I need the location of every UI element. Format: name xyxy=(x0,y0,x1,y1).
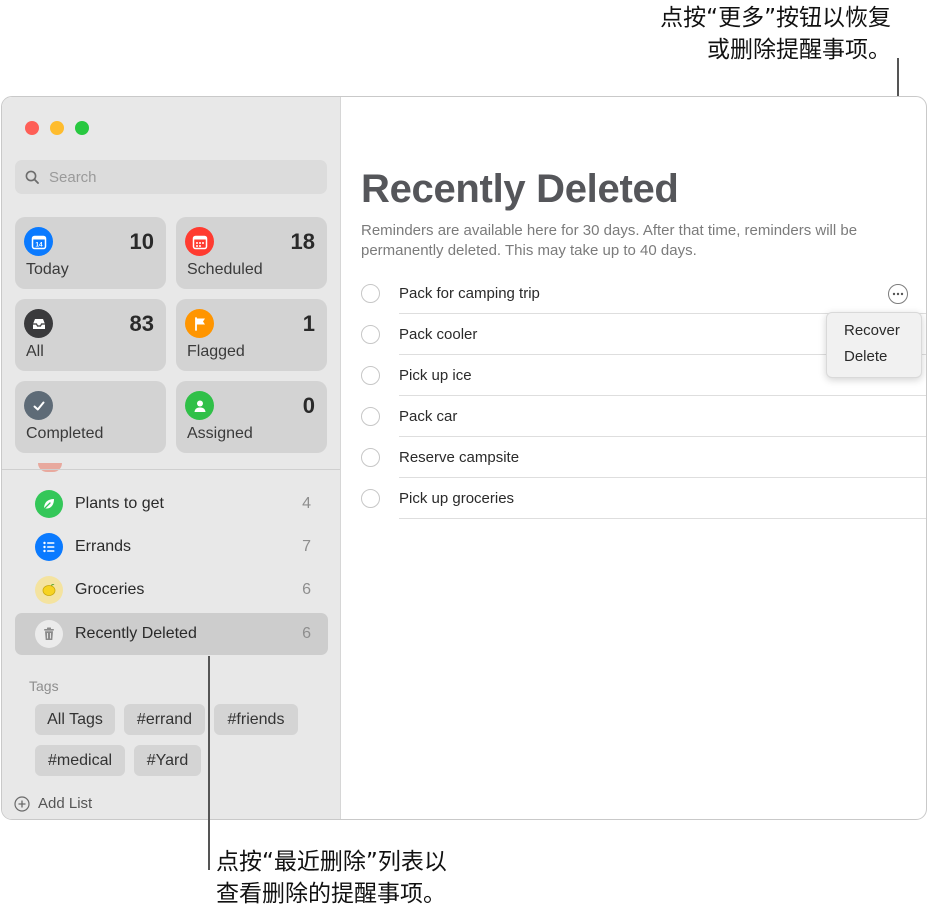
tile-label: Flagged xyxy=(187,343,245,360)
smart-list-all[interactable]: 83 All xyxy=(15,299,166,371)
main-content: Recently Deleted Reminders are available… xyxy=(341,97,926,819)
callout-recently-deleted: 点按“最近删除”列表以 查看删除的提醒事项。 xyxy=(216,846,447,910)
checkmark-icon xyxy=(24,391,53,420)
list-item-errands[interactable]: Errands 7 xyxy=(15,526,328,568)
tile-label: Completed xyxy=(26,425,104,442)
list-label: Plants to get xyxy=(75,495,164,512)
search-input[interactable] xyxy=(47,167,311,187)
sidebar-divider xyxy=(2,469,340,470)
smart-list-today[interactable]: 14 10 Today xyxy=(15,217,166,289)
reminder-title: Reserve campsite xyxy=(399,449,520,466)
tag-yard[interactable]: #Yard xyxy=(134,745,201,776)
reminder-row[interactable]: Pack for camping trip xyxy=(361,273,926,314)
lemon-icon xyxy=(35,576,63,604)
plus-circle-icon xyxy=(14,795,30,812)
minimize-window-button[interactable] xyxy=(50,121,64,135)
smart-list-completed[interactable]: Completed xyxy=(15,381,166,453)
tile-count: 1 xyxy=(302,311,315,336)
more-menu: Recover Delete xyxy=(826,312,922,378)
svg-text:14: 14 xyxy=(35,241,43,248)
tile-count: 83 xyxy=(129,311,154,336)
reminder-title: Pack for camping trip xyxy=(399,285,540,302)
tags-header: Tags xyxy=(29,678,59,694)
list-item-recently-deleted[interactable]: Recently Deleted 6 xyxy=(15,613,328,655)
menu-item-recover[interactable]: Recover xyxy=(844,322,900,339)
calendar-today-icon: 14 xyxy=(24,227,53,256)
flag-icon xyxy=(185,309,214,338)
list-count: 6 xyxy=(302,581,311,598)
menu-item-delete[interactable]: Delete xyxy=(844,348,887,365)
person-icon xyxy=(185,391,214,420)
reminder-row[interactable]: Pick up groceries xyxy=(361,478,926,519)
reminder-checkbox[interactable] xyxy=(361,407,380,426)
reminder-checkbox[interactable] xyxy=(361,448,380,467)
list-icon-partial xyxy=(38,463,62,472)
list-item-groceries[interactable]: Groceries 6 xyxy=(15,569,328,611)
reminder-title: Pick up groceries xyxy=(399,490,515,507)
tile-label: Today xyxy=(26,261,69,278)
tag-all-tags[interactable]: All Tags xyxy=(35,704,115,735)
smart-list-assigned[interactable]: 0 Assigned xyxy=(176,381,327,453)
reminders-window: 14 10 Today 18 Scheduled 83 All 1 Flagge… xyxy=(1,96,927,820)
tile-label: Scheduled xyxy=(187,261,263,278)
reminder-checkbox[interactable] xyxy=(361,366,380,385)
smart-list-flagged[interactable]: 1 Flagged xyxy=(176,299,327,371)
tag-friends[interactable]: #friends xyxy=(214,704,298,735)
list-count: 7 xyxy=(302,538,311,555)
smart-list-scheduled[interactable]: 18 Scheduled xyxy=(176,217,327,289)
tag-errand[interactable]: #errand xyxy=(124,704,205,735)
tray-icon xyxy=(24,309,53,338)
callout-more-button: 点按“更多”按钮以恢复 或删除提醒事项。 xyxy=(660,2,891,66)
trash-icon xyxy=(35,620,63,648)
reminder-row[interactable]: Pack car xyxy=(361,396,926,437)
callout-line: 点按“最近删除”列表以 xyxy=(216,849,447,875)
row-divider xyxy=(399,518,926,519)
add-list-button[interactable]: Add List xyxy=(14,795,92,812)
tile-label: Assigned xyxy=(187,425,253,442)
reminder-title: Pack cooler xyxy=(399,326,478,343)
list-bullet-icon xyxy=(35,533,63,561)
tile-label: All xyxy=(26,343,44,360)
tile-count: 10 xyxy=(129,229,154,254)
calendar-icon xyxy=(185,227,214,256)
sidebar: 14 10 Today 18 Scheduled 83 All 1 Flagge… xyxy=(2,97,341,819)
zoom-window-button[interactable] xyxy=(75,121,89,135)
leaf-icon xyxy=(35,490,63,518)
reminder-checkbox[interactable] xyxy=(361,284,380,303)
list-label: Errands xyxy=(75,538,132,555)
list-count: 6 xyxy=(302,625,311,642)
list-label: Groceries xyxy=(75,581,145,598)
page-description: Reminders are available here for 30 days… xyxy=(361,222,858,259)
close-window-button[interactable] xyxy=(25,121,39,135)
leader-line xyxy=(208,656,210,870)
list-label: Recently Deleted xyxy=(75,625,197,642)
reminder-checkbox[interactable] xyxy=(361,325,380,344)
tag-medical[interactable]: #medical xyxy=(35,745,125,776)
tile-count: 0 xyxy=(302,393,315,418)
callout-line: 点按“更多”按钮以恢复 xyxy=(660,5,891,31)
reminder-title: Pack car xyxy=(399,408,458,425)
list-item-plants-to-get[interactable]: Plants to get 4 xyxy=(15,483,328,525)
list-count: 4 xyxy=(302,495,311,512)
callout-line: 查看删除的提醒事项。 xyxy=(216,881,446,907)
reminder-row[interactable]: Reserve campsite xyxy=(361,437,926,478)
search-field[interactable] xyxy=(15,160,327,194)
add-list-label: Add List xyxy=(38,795,93,812)
more-button[interactable] xyxy=(888,284,908,304)
tile-count: 18 xyxy=(290,229,315,254)
reminder-title: Pick up ice xyxy=(399,367,472,384)
callout-line: 或删除提醒事项。 xyxy=(707,37,891,63)
page-title: Recently Deleted xyxy=(361,167,679,211)
search-icon xyxy=(25,170,39,184)
ellipsis-icon xyxy=(892,292,904,296)
reminder-checkbox[interactable] xyxy=(361,489,380,508)
